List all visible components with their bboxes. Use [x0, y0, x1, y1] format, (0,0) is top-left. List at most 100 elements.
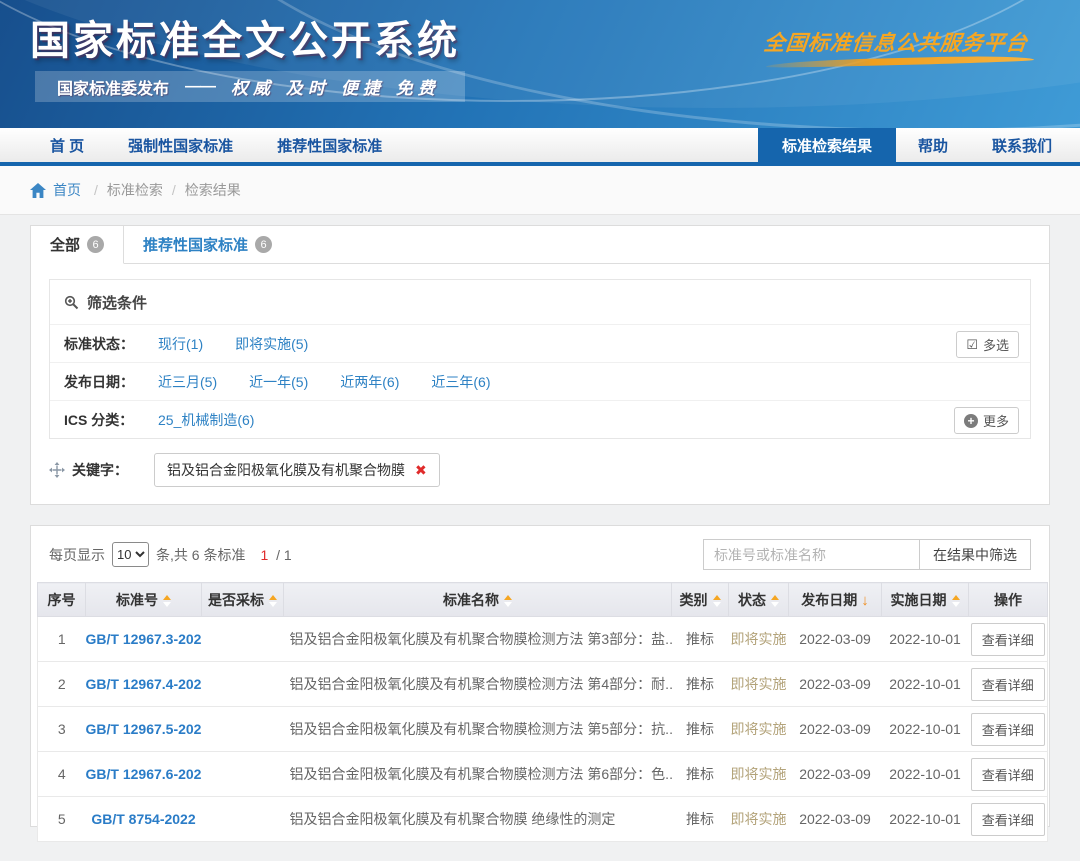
filter-panel: 筛选条件 标准状态： 现行(1) 即将实施(5) ☑ 多选 发布日期： 近三月(… — [49, 279, 1031, 439]
filter-option-3months[interactable]: 近三月(5) — [158, 372, 217, 392]
standard-name-cell: 铝及铝合金阳极氧化膜及有机聚合物膜检测方法 第4部分：耐... — [284, 662, 672, 707]
keyword-tag-text: 铝及铝合金阳极氧化膜及有机聚合物膜 — [167, 460, 405, 480]
adopted-cell — [202, 752, 284, 797]
row-index: 1 — [38, 617, 86, 662]
table-row: 4 GB/T 12967.6-2022 铝及铝合金阳极氧化膜及有机聚合物膜检测方… — [38, 752, 1048, 797]
table-row: 1 GB/T 12967.3-2022 铝及铝合金阳极氧化膜及有机聚合物膜检测方… — [38, 617, 1048, 662]
status-cell: 即将实施 — [729, 707, 789, 752]
keyword-remove-icon[interactable]: ✖ — [415, 462, 427, 479]
breadcrumb-home-link[interactable]: 首页 — [53, 180, 81, 200]
results-controls: 每页显示 10 条,共 6 条标准 1 / 1 在结果中筛选 — [31, 526, 1049, 582]
view-detail-button[interactable]: 查看详细 — [971, 758, 1045, 791]
nav-item-search-results[interactable]: 标准检索结果 — [758, 128, 896, 162]
sort-icon — [163, 595, 171, 607]
slogan-text: 权威 及时 便捷 免费 — [231, 74, 440, 99]
filter-option-upcoming[interactable]: 即将实施(5) — [235, 334, 308, 354]
actions-cell: 查看详细 — [969, 797, 1048, 842]
col-header-actions: 操作 — [969, 583, 1048, 617]
filter-status-label: 标准状态： — [64, 334, 158, 354]
filter-ics-label: ICS 分类： — [64, 410, 158, 430]
actions-cell: 查看详细 — [969, 617, 1048, 662]
standard-code-link[interactable]: GB/T 12967.3-2022 — [86, 617, 202, 662]
site-banner: 国家标准全文公开系统 国家标准委发布 —— 权威 及时 便捷 免费 全国标准信息… — [0, 0, 1080, 128]
col-header-adopted[interactable]: 是否采标 — [202, 583, 284, 617]
category-cell: 推标 — [672, 617, 729, 662]
view-detail-button[interactable]: 查看详细 — [971, 713, 1045, 746]
nav-item-recommended-standards[interactable]: 推荐性国家标准 — [255, 128, 404, 162]
filter-option-1year[interactable]: 近一年(5) — [249, 372, 308, 392]
nav-item-home[interactable]: 首 页 — [28, 128, 106, 162]
platform-logo-text[interactable]: 全国标准信息公共服务平台 — [762, 27, 1029, 57]
tab-recommended[interactable]: 推荐性国家标准 6 — [124, 226, 291, 263]
col-header-category[interactable]: 类别 — [672, 583, 729, 617]
adopted-cell — [202, 707, 284, 752]
col-header-implement-date[interactable]: 实施日期 — [882, 583, 969, 617]
category-cell: 推标 — [672, 797, 729, 842]
sort-icon — [713, 595, 721, 607]
table-row: 3 GB/T 12967.5-2022 铝及铝合金阳极氧化膜及有机聚合物膜检测方… — [38, 707, 1048, 752]
col-header-status[interactable]: 状态 — [729, 583, 789, 617]
filter-in-results-button[interactable]: 在结果中筛选 — [919, 539, 1031, 570]
filter-panel-title: 筛选条件 — [50, 280, 1030, 324]
publish-date-cell: 2022-03-09 — [789, 797, 882, 842]
standard-code-link[interactable]: GB/T 12967.5-2022 — [86, 707, 202, 752]
keyword-label: 关键字： — [72, 460, 128, 480]
publisher-text: 国家标准委发布 — [57, 75, 169, 99]
view-detail-button[interactable]: 查看详细 — [971, 623, 1045, 656]
filter-row-ics: ICS 分类： 25_机械制造(6) + 更多 — [50, 400, 1030, 438]
tab-recommended-label: 推荐性国家标准 — [143, 234, 248, 255]
standard-name-cell: 铝及铝合金阳极氧化膜及有机聚合物膜检测方法 第3部分：盐... — [284, 617, 672, 662]
page-indicator: 1 / 1 — [260, 547, 291, 563]
filter-option-ics-25[interactable]: 25_机械制造(6) — [158, 410, 254, 430]
tab-all[interactable]: 全部 6 — [31, 226, 124, 264]
col-header-publish-date[interactable]: 发布日期↓ — [789, 583, 882, 617]
plus-circle-icon: + — [964, 414, 978, 428]
multi-select-label: 多选 — [983, 335, 1009, 354]
nav-item-contact[interactable]: 联系我们 — [970, 128, 1074, 162]
main-nav: 首 页 强制性国家标准 推荐性国家标准 标准检索结果 帮助 联系我们 — [0, 128, 1080, 166]
publish-date-cell: 2022-03-09 — [789, 662, 882, 707]
filter-row-pubdate: 发布日期： 近三月(5) 近一年(5) 近两年(6) 近三年(6) — [50, 362, 1030, 400]
standard-code-link[interactable]: GB/T 8754-2022 — [86, 797, 202, 842]
keyword-row: 关键字： 铝及铝合金阳极氧化膜及有机聚合物膜 ✖ — [49, 453, 1031, 487]
per-page-suffix: 条,共 6 条标准 — [156, 545, 245, 565]
view-detail-button[interactable]: 查看详细 — [971, 668, 1045, 701]
page-content: 全部 6 推荐性国家标准 6 筛选条件 标准状态： 现行(1) 即将实施(5) — [0, 225, 1080, 827]
sort-icon — [504, 595, 512, 607]
nav-item-help[interactable]: 帮助 — [896, 128, 970, 162]
adopted-cell — [202, 617, 284, 662]
page-size-select[interactable]: 10 — [112, 542, 149, 567]
col-header-standard-code[interactable]: 标准号 — [86, 583, 202, 617]
filter-option-3years[interactable]: 近三年(6) — [431, 372, 490, 392]
status-cell: 即将实施 — [729, 617, 789, 662]
breadcrumb-standard-search[interactable]: 标准检索 — [107, 180, 163, 200]
implement-date-cell: 2022-10-01 — [882, 617, 969, 662]
row-index: 5 — [38, 797, 86, 842]
row-index: 3 — [38, 707, 86, 752]
actions-cell: 查看详细 — [969, 752, 1048, 797]
filter-option-2years[interactable]: 近两年(6) — [340, 372, 399, 392]
dash-divider: —— — [185, 78, 215, 96]
more-button[interactable]: + 更多 — [954, 407, 1019, 434]
implement-date-cell: 2022-10-01 — [882, 797, 969, 842]
implement-date-cell: 2022-10-01 — [882, 662, 969, 707]
filter-ics-options: 25_机械制造(6) — [158, 410, 254, 430]
publish-date-cell: 2022-03-09 — [789, 752, 882, 797]
category-cell: 推标 — [672, 662, 729, 707]
table-header-row: 序号 标准号 是否采标 标准名称 类别 状态 发布日期↓ 实施日期 操作 — [38, 583, 1048, 617]
table-row: 5 GB/T 8754-2022 铝及铝合金阳极氧化膜及有机聚合物膜 绝缘性的测… — [38, 797, 1048, 842]
standard-code-link[interactable]: GB/T 12967.4-2022 — [86, 662, 202, 707]
search-input[interactable] — [703, 539, 920, 570]
nav-right-group: 标准检索结果 帮助 联系我们 — [758, 128, 1080, 162]
table-row: 2 GB/T 12967.4-2022 铝及铝合金阳极氧化膜及有机聚合物膜检测方… — [38, 662, 1048, 707]
filter-title-text: 筛选条件 — [87, 292, 147, 313]
per-page-prefix: 每页显示 — [49, 545, 105, 565]
multi-select-button[interactable]: ☑ 多选 — [956, 331, 1019, 358]
col-header-standard-name[interactable]: 标准名称 — [284, 583, 672, 617]
in-results-search: 在结果中筛选 — [703, 539, 1031, 570]
filter-option-current[interactable]: 现行(1) — [158, 334, 203, 354]
standard-code-link[interactable]: GB/T 12967.6-2022 — [86, 752, 202, 797]
view-detail-button[interactable]: 查看详细 — [971, 803, 1045, 836]
pagination-summary: 每页显示 10 条,共 6 条标准 1 / 1 — [49, 542, 292, 567]
nav-item-mandatory-standards[interactable]: 强制性国家标准 — [106, 128, 255, 162]
